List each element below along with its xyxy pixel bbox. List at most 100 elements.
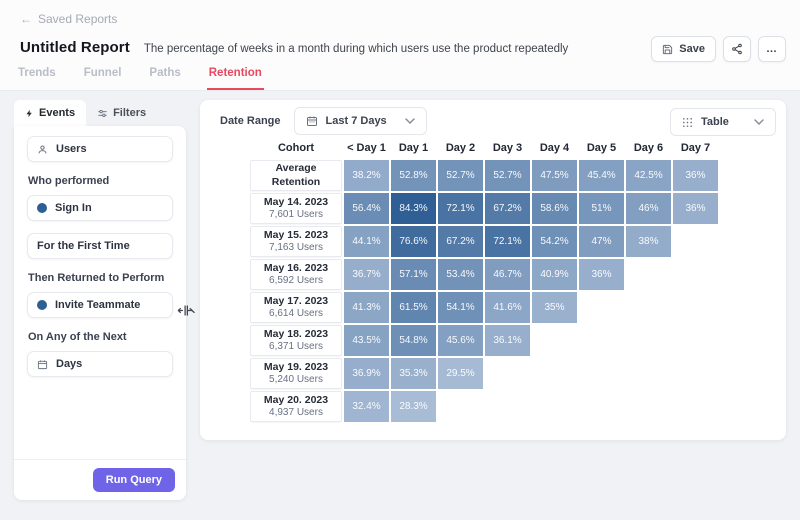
empty-cell [673,226,718,257]
retention-cell[interactable]: 35.3% [391,358,436,389]
retention-cell[interactable]: 43.5% [344,325,389,356]
first-time-field[interactable]: For the First Time [27,233,173,259]
retention-cell[interactable]: 38.2% [344,160,389,191]
sidebar-resize-handle[interactable] [177,304,195,322]
event-dot [37,203,47,213]
empty-cell [673,358,718,389]
retention-cell[interactable]: 52.8% [391,160,436,191]
cohort-label-cell: May 15. 20237,163 Users [250,226,342,257]
back-label: Saved Reports [38,12,117,26]
retention-cell[interactable]: 38% [626,226,671,257]
empty-cell [438,391,483,422]
save-button[interactable]: Save [651,36,716,62]
retention-cell[interactable]: 46% [626,193,671,224]
retention-cell[interactable]: 41.6% [485,292,530,323]
retention-cell[interactable]: 54.8% [391,325,436,356]
day-column-header: Day 7 [673,138,718,158]
retention-cell[interactable]: 36% [673,160,718,191]
retention-cell[interactable]: 36.7% [344,259,389,290]
retention-cell[interactable]: 58.6% [532,193,577,224]
day-column-header: Day 5 [579,138,624,158]
retention-cell[interactable]: 47% [579,226,624,257]
retention-row: Average Retention38.2%52.8%52.7%52.7%47.… [250,160,718,191]
retention-cell[interactable]: 32.4% [344,391,389,422]
date-range-select[interactable]: Last 7 Days [294,107,427,135]
save-button-label: Save [679,43,705,55]
empty-cell [673,391,718,422]
returned-event-field[interactable]: Invite Teammate [27,292,173,318]
retention-cell[interactable]: 28.3% [391,391,436,422]
day-column-header: Day 6 [626,138,671,158]
retention-cell[interactable]: 54.1% [438,292,483,323]
first-time-field-label: For the First Time [37,240,130,252]
users-field[interactable]: Users [27,136,173,162]
retention-cell[interactable]: 41.3% [344,292,389,323]
empty-cell [485,358,530,389]
retention-cell[interactable]: 46.7% [485,259,530,290]
performed-event-field[interactable]: Sign In [27,195,173,221]
empty-cell [532,358,577,389]
page-subtitle: The percentage of weeks in a month durin… [144,43,568,55]
retention-cell[interactable]: 36.9% [344,358,389,389]
empty-cell [673,259,718,290]
tab-trends[interactable]: Trends [16,67,58,90]
retention-cell[interactable]: 53.4% [438,259,483,290]
retention-cell[interactable]: 67.2% [438,226,483,257]
tab-funnel[interactable]: Funnel [82,67,124,90]
retention-cell[interactable]: 61.5% [391,292,436,323]
empty-cell [532,325,577,356]
run-query-button[interactable]: Run Query [93,468,175,492]
returned-label: Then Returned to Perform [28,272,172,284]
retention-cell[interactable]: 45.4% [579,160,624,191]
retention-cell[interactable]: 72.1% [485,226,530,257]
interval-field[interactable]: Days [27,351,173,377]
query-sidebar: Events Filters Users Who performed Sign … [14,100,186,500]
retention-cell[interactable]: 36.1% [485,325,530,356]
returned-event-label: Invite Teammate [55,299,140,311]
sidebar-tab-filters-label: Filters [113,107,146,119]
retention-cell[interactable]: 47.5% [532,160,577,191]
retention-cell[interactable]: 40.9% [532,259,577,290]
chevron-down-icon [405,118,415,124]
retention-cell[interactable]: 51% [579,193,624,224]
share-button[interactable] [723,36,751,62]
retention-cell[interactable]: 84.3% [391,193,436,224]
retention-cell[interactable]: 54.2% [532,226,577,257]
retention-cell[interactable]: 44.1% [344,226,389,257]
empty-cell [532,391,577,422]
retention-cell[interactable]: 36% [673,193,718,224]
sidebar-tab-events[interactable]: Events [14,100,86,126]
retention-cell[interactable]: 42.5% [626,160,671,191]
interval-field-label: Days [56,358,82,370]
cohort-label-cell: May 17. 20236,614 Users [250,292,342,323]
view-type-select[interactable]: Table [670,108,776,136]
day-column-header: Day 3 [485,138,530,158]
retention-cell[interactable]: 67.2% [485,193,530,224]
retention-row: May 17. 20236,614 Users41.3%61.5%54.1%41… [250,292,718,323]
more-options-button[interactable]: … [758,36,786,62]
retention-cell[interactable]: 35% [532,292,577,323]
retention-cell[interactable]: 36% [579,259,624,290]
cohort-label-cell: May 16. 20236,592 Users [250,259,342,290]
retention-cell[interactable]: 56.4% [344,193,389,224]
retention-cell[interactable]: 52.7% [438,160,483,191]
tab-paths[interactable]: Paths [147,67,182,90]
sidebar-tab-filters[interactable]: Filters [86,100,157,126]
retention-cell[interactable]: 52.7% [485,160,530,191]
retention-cell[interactable]: 57.1% [391,259,436,290]
retention-cell[interactable]: 72.1% [438,193,483,224]
cohort-label-cell: Average Retention [250,160,342,191]
retention-cell[interactable]: 45.6% [438,325,483,356]
empty-cell [673,325,718,356]
empty-cell [579,358,624,389]
empty-cell [626,325,671,356]
date-range-label: Date Range [220,115,281,127]
retention-cell[interactable]: 29.5% [438,358,483,389]
tab-retention[interactable]: Retention [207,67,264,90]
retention-cell[interactable]: 76.6% [391,226,436,257]
chevron-down-icon [754,119,764,125]
day-column-header: < Day 1 [344,138,389,158]
calendar-icon [306,115,318,127]
back-to-saved-reports[interactable]: ← Saved Reports [20,12,117,26]
empty-cell [626,292,671,323]
